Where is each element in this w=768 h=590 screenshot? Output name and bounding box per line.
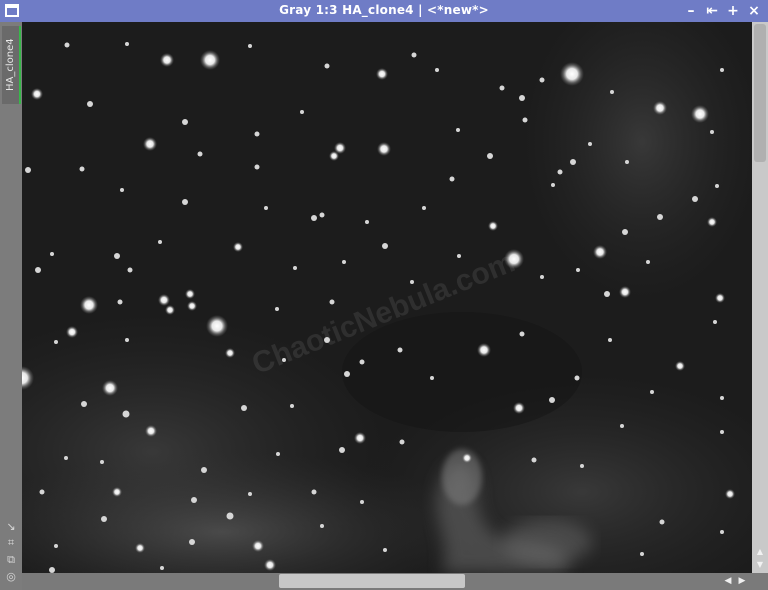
scroll-up-icon[interactable]: ▲ <box>752 546 768 558</box>
view-tab-label: HA_clone4 <box>5 38 16 92</box>
scroll-left-icon[interactable]: ◀ <box>722 574 734 588</box>
view-tab[interactable]: HA_clone4 <box>2 26 21 104</box>
image-window: Gray 1:3 HA_clone4 | <*new*> – ⇤ + × HA_… <box>0 0 768 590</box>
minimize-icon[interactable]: – <box>683 2 699 20</box>
vertical-scroll-thumb[interactable] <box>754 24 766 162</box>
horizontal-scroll-thumb[interactable] <box>279 574 465 588</box>
restore-icon[interactable]: ⇤ <box>704 2 720 20</box>
star-field-image: ChaoticNebula.com <box>22 22 752 573</box>
title-bar[interactable]: Gray 1:3 HA_clone4 | <*new*> – ⇤ + × <box>0 0 768 22</box>
close-icon[interactable]: × <box>746 2 762 20</box>
clone-icon[interactable]: ⧉ <box>4 553 18 567</box>
view-tab-strip: HA_clone4 ↘ ⌗ ⧉ ◎ <box>0 22 22 590</box>
horizontal-scrollbar[interactable]: ◀ ▶ <box>22 573 752 590</box>
maximize-icon[interactable]: + <box>725 2 741 20</box>
window-controls: – ⇤ + × <box>683 2 762 20</box>
scroll-down-icon[interactable]: ▼ <box>752 559 768 571</box>
window-title: Gray 1:3 HA_clone4 | <*new*> <box>279 3 489 17</box>
scrollbar-corner <box>752 573 768 590</box>
image-viewport[interactable]: ChaoticNebula.com <box>22 22 752 573</box>
fit-icon[interactable]: ⌗ <box>4 536 18 550</box>
shrink-icon[interactable]: ↘ <box>4 520 18 534</box>
target-icon[interactable]: ◎ <box>4 570 18 584</box>
scroll-right-icon[interactable]: ▶ <box>736 574 748 588</box>
vertical-scrollbar[interactable]: ▲ ▼ <box>752 22 768 573</box>
